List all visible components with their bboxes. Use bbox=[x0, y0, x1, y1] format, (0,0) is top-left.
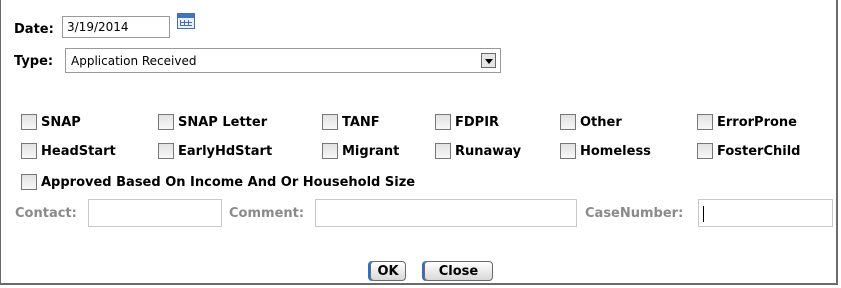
checkbox-box[interactable] bbox=[697, 114, 713, 130]
checkbox-label: EarlyHdStart bbox=[178, 144, 273, 159]
close-button[interactable]: Close bbox=[424, 261, 493, 281]
checkbox-box[interactable] bbox=[435, 114, 451, 130]
checkbox-box[interactable] bbox=[435, 143, 451, 159]
checkbox-box[interactable] bbox=[560, 143, 576, 159]
checkbox-label: Other bbox=[580, 115, 622, 130]
checkbox-label: Approved Based On Income And Or Househol… bbox=[41, 175, 416, 190]
checkbox-label: FDPIR bbox=[455, 115, 500, 130]
checkbox-label: SNAP Letter bbox=[178, 115, 268, 130]
comment-label: Comment: bbox=[229, 206, 305, 221]
type-select[interactable]: Application Received bbox=[65, 48, 501, 73]
checkbox-label: Runaway bbox=[455, 144, 522, 159]
checkbox-box[interactable] bbox=[560, 114, 576, 130]
contact-input[interactable] bbox=[88, 199, 222, 227]
date-input[interactable] bbox=[62, 16, 170, 38]
ok-button[interactable]: OK bbox=[370, 261, 406, 281]
checkbox-box[interactable] bbox=[697, 143, 713, 159]
checkbox-label: FosterChild bbox=[717, 144, 801, 159]
type-label: Type: bbox=[14, 54, 54, 69]
checkbox-label: Migrant bbox=[342, 144, 400, 159]
date-label: Date: bbox=[14, 22, 54, 37]
checkbox-box[interactable] bbox=[322, 143, 338, 159]
chevron-down-icon[interactable] bbox=[481, 53, 496, 68]
checkbox-box[interactable] bbox=[158, 114, 174, 130]
checkbox-box[interactable] bbox=[322, 114, 338, 130]
type-selected-value: Application Received bbox=[71, 54, 197, 68]
checkbox-label: SNAP bbox=[41, 115, 81, 130]
contact-label: Contact: bbox=[15, 206, 77, 221]
checkbox-box[interactable] bbox=[21, 114, 37, 130]
comment-input[interactable] bbox=[315, 199, 577, 227]
casenumber-label: CaseNumber: bbox=[585, 206, 684, 221]
checkbox-label: HeadStart bbox=[41, 144, 116, 159]
checkbox-box[interactable] bbox=[158, 143, 174, 159]
checkbox-label: Homeless bbox=[580, 144, 651, 159]
checkbox-label: ErrorProne bbox=[717, 115, 797, 130]
checkbox-box[interactable] bbox=[21, 143, 37, 159]
checkbox-box[interactable] bbox=[21, 174, 37, 190]
checkbox-label: TANF bbox=[342, 115, 380, 130]
casenumber-input[interactable] bbox=[698, 199, 833, 227]
text-caret bbox=[703, 206, 704, 222]
calendar-icon[interactable] bbox=[177, 13, 195, 29]
